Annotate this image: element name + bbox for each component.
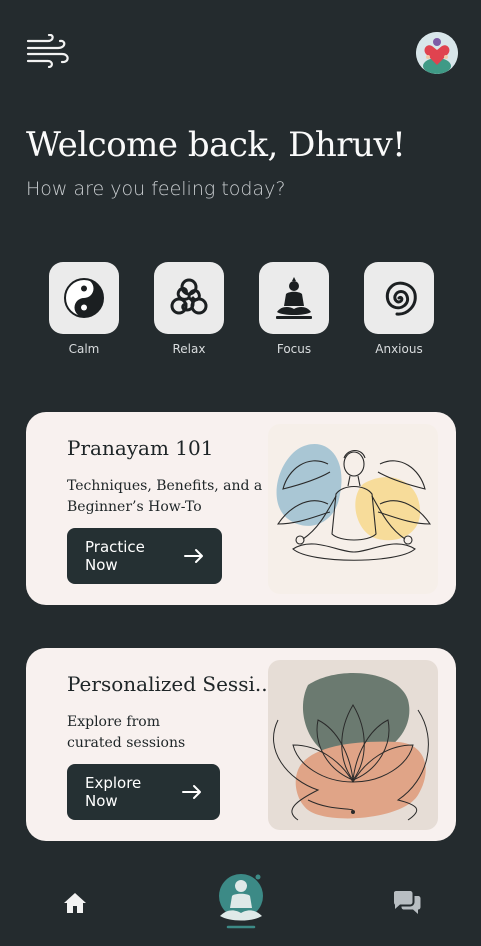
practice-now-button[interactable]: Practice Now <box>67 528 222 584</box>
mood-label: Relax <box>172 342 206 356</box>
nav-chat[interactable] <box>392 890 422 920</box>
page-subtitle: How are you feeling today? <box>26 178 286 200</box>
card-description: Explore from curated sessions <box>67 714 186 751</box>
lotus-illustration <box>268 660 438 830</box>
mood-label: Focus <box>276 342 312 356</box>
card-pranayam[interactable]: Pranayam 101 Techniques, Benefits, and a… <box>26 412 456 605</box>
meditating-person-illustration <box>268 424 438 594</box>
mood-label: Calm <box>68 342 100 356</box>
card-description: Techniques, Benefits, and a Beginner’s H… <box>67 478 263 515</box>
mood-relax[interactable]: Relax <box>153 262 225 356</box>
yin-yang-icon <box>64 278 104 318</box>
wind-menu-icon[interactable] <box>26 33 70 69</box>
home-icon <box>64 893 86 913</box>
meditation-icon <box>219 874 263 929</box>
page-title: Welcome back, Dhruv! <box>26 125 406 165</box>
mood-calm[interactable]: Calm <box>48 262 120 356</box>
arrow-right-icon <box>184 548 204 564</box>
mood-label: Anxious <box>375 342 423 356</box>
triskele-icon <box>170 278 208 315</box>
meditating-buddha-icon <box>276 277 312 319</box>
mood-focus[interactable]: Focus <box>258 262 330 356</box>
mood-anxious[interactable]: Anxious <box>363 262 435 356</box>
heart-avatar-icon <box>416 32 458 74</box>
arrow-right-icon <box>182 784 202 800</box>
spiral-icon <box>385 281 417 316</box>
nav-home[interactable] <box>63 891 87 919</box>
nav-meditate[interactable] <box>216 872 266 934</box>
card-personalized-sessions[interactable]: Personalized Sessi... Explore from curat… <box>26 648 456 841</box>
card-title: Personalized Sessi... <box>67 672 274 696</box>
avatar[interactable] <box>416 32 458 74</box>
chat-bubbles-icon <box>394 891 421 914</box>
card-title: Pranayam 101 <box>67 436 214 460</box>
explore-now-button[interactable]: Explore Now <box>67 764 220 820</box>
